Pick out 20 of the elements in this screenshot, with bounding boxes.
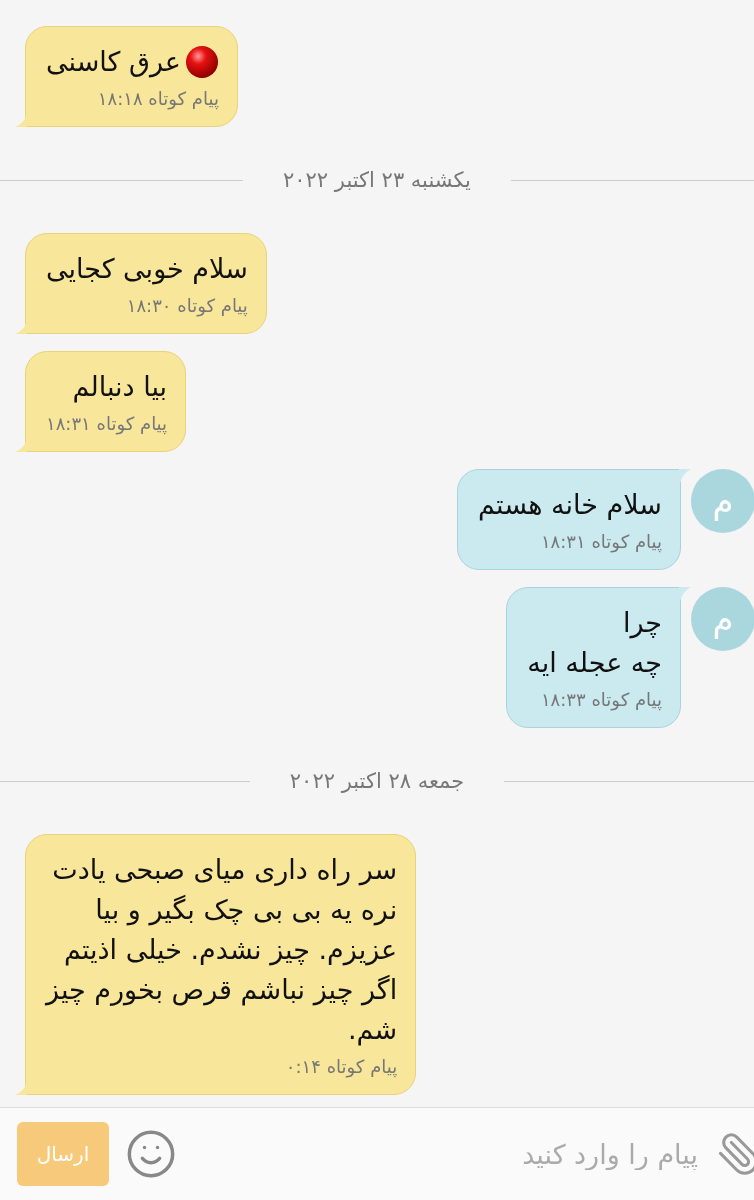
message-input[interactable]: پیام را وارد کنید xyxy=(193,1137,700,1171)
send-button[interactable]: ارسال xyxy=(17,1122,109,1186)
date-separator: جمعه ۲۸ اکتبر ۲۰۲۲ xyxy=(289,769,465,793)
message-text: عرق کاسنی xyxy=(46,45,181,80)
message-meta: پیام کوتاه ۰:۱۴ xyxy=(285,1055,398,1080)
message-meta: پیام کوتاه ۱۸:۳۳ xyxy=(540,688,662,713)
message-text: بیا دنبالم xyxy=(72,370,168,405)
message-text: سر راه داری میای صبحی یادت نره یه بی بی چک بگیر و بیا عزیزم. چیز نشدم. خیلی اذیتم اگر چیز نباشم قرص بخورم چیز شم. xyxy=(46,853,398,1048)
message-text: چرا چه عجله ایه xyxy=(527,606,662,680)
avatar: م xyxy=(691,469,754,533)
message-text: سلام خوبی کجایی xyxy=(46,252,248,287)
message-meta: پیام کوتاه ۱۸:۳۰ xyxy=(126,294,248,319)
message-meta: پیام کوتاه ۱۸:۳۱ xyxy=(46,412,168,437)
date-separator: یکشنبه ۲۳ اکتبر ۲۰۲۲ xyxy=(283,168,471,192)
message-meta: پیام کوتاه ۱۸:۱۸ xyxy=(97,87,219,112)
emoji-icon[interactable] xyxy=(125,1128,177,1180)
message-meta: پیام کوتاه ۱۸:۳۱ xyxy=(540,530,662,555)
avatar: م xyxy=(691,587,754,651)
attach-icon[interactable] xyxy=(716,1131,754,1177)
message-text: سلام خانه هستم xyxy=(478,488,662,523)
